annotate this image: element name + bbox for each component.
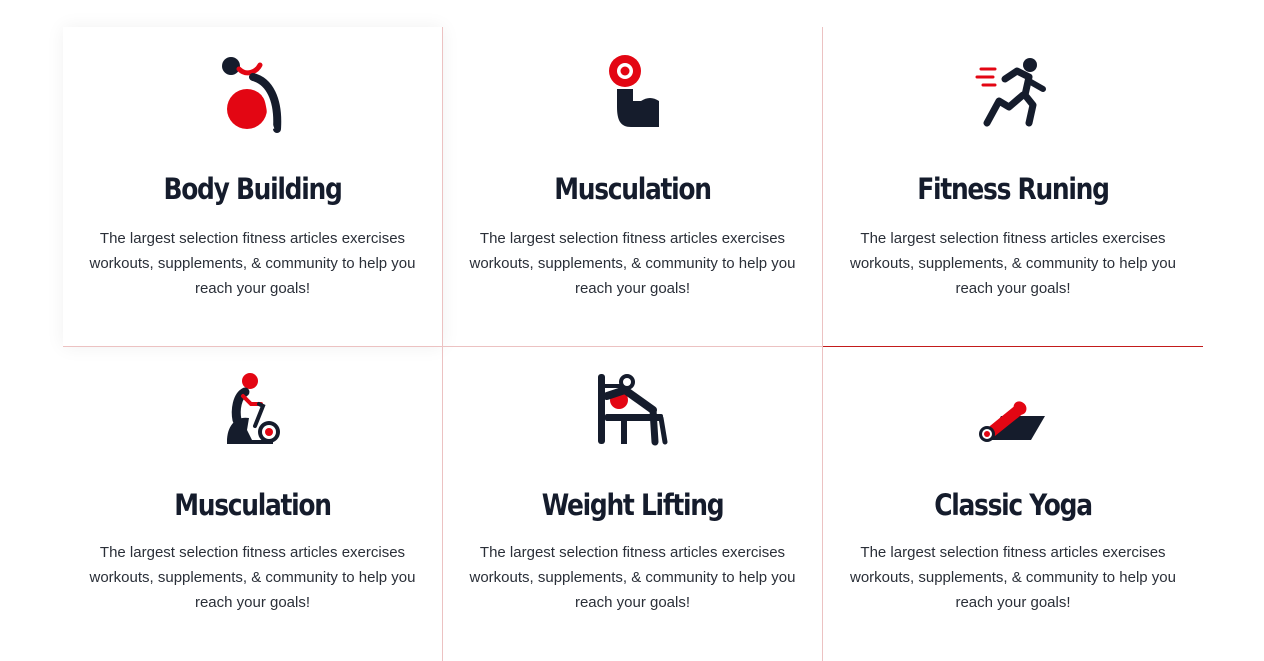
bench-press-icon: [593, 370, 673, 450]
services-grid: Body Building The largest selection fitn…: [63, 27, 1203, 661]
runner-icon: [973, 55, 1053, 135]
card-description: The largest selection fitness articles e…: [850, 544, 1176, 611]
card-title: Weight Lifting: [541, 488, 725, 522]
card-title: Fitness Runing: [917, 172, 1110, 206]
card-title: Body Building: [163, 172, 342, 206]
card-description: The largest selection fitness articles e…: [850, 230, 1176, 297]
card-description: The largest selection fitness articles e…: [89, 230, 416, 297]
card-title: Classic Yoga: [934, 488, 1093, 522]
yoga-mat-icon: [973, 370, 1053, 450]
card-title: Musculation: [174, 488, 332, 522]
service-card-musculation-2[interactable]: Musculation The largest selection fitnes…: [63, 347, 443, 661]
service-card-musculation[interactable]: Musculation The largest selection fitnes…: [443, 27, 823, 347]
exercise-bike-icon: [213, 370, 293, 450]
card-description: The largest selection fitness articles e…: [469, 544, 796, 611]
card-description: The largest selection fitness articles e…: [89, 544, 416, 611]
service-card-weight-lifting[interactable]: Weight Lifting The largest selection fit…: [443, 347, 823, 661]
card-description: The largest selection fitness articles e…: [469, 230, 796, 297]
exercise-ball-icon: [213, 55, 293, 135]
service-card-body-building[interactable]: Body Building The largest selection fitn…: [63, 27, 443, 347]
flexed-arm-dumbbell-icon: [593, 55, 673, 135]
service-card-fitness-running[interactable]: Fitness Runing The largest selection fit…: [823, 27, 1203, 347]
service-card-classic-yoga[interactable]: Classic Yoga The largest selection fitne…: [823, 347, 1203, 661]
card-title: Musculation: [554, 172, 712, 206]
